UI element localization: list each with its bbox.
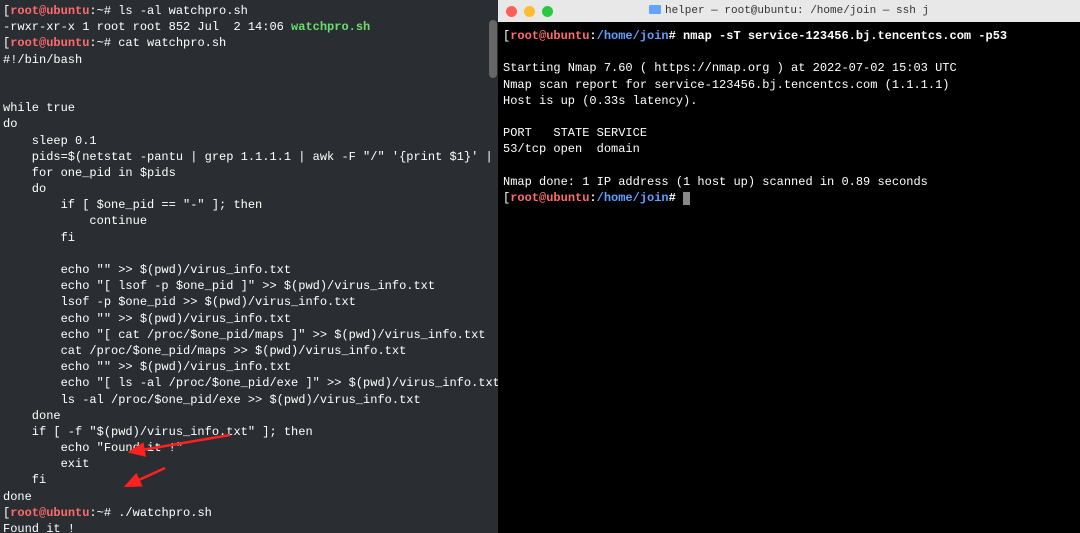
terminal-line: echo "Found it !" [3,440,495,456]
terminal-line: ls -al /proc/$one_pid/exe >> $(pwd)/viru… [3,392,495,408]
terminal-line: Nmap done: 1 IP address (1 host up) scan… [503,174,1075,190]
terminal-line: sleep 0.1 [3,133,495,149]
terminal-line: exit [3,456,495,472]
cursor [683,192,690,205]
terminal-line: PORT STATE SERVICE [503,125,1075,141]
terminal-line: Starting Nmap 7.60 ( https://nmap.org ) … [503,60,1075,76]
terminal-line: fi [3,230,495,246]
terminal-line [3,68,495,84]
minimize-icon[interactable] [524,6,535,17]
terminal-line: if [ $one_pid == "-" ]; then [3,197,495,213]
terminal-line: 53/tcp open domain [503,141,1075,157]
mac-titlebar[interactable]: helper — root@ubuntu: /home/join — ssh j [498,0,1080,22]
terminal-line: [root@ubuntu:/home/join# [503,190,1075,206]
terminal-line: [root@ubuntu:~# cat watchpro.sh [3,35,495,51]
terminal-line: echo "" >> $(pwd)/virus_info.txt [3,262,495,278]
terminal-line: [root@ubuntu:/home/join# nmap -sT servic… [503,28,1075,44]
scrollbar-thumb[interactable] [489,20,497,78]
terminal-line: echo "[ cat /proc/$one_pid/maps ]" >> $(… [3,327,495,343]
terminal-line [503,158,1075,174]
terminal-line: #!/bin/bash [3,52,495,68]
terminal-line: for one_pid in $pids [3,165,495,181]
zoom-icon[interactable] [542,6,553,17]
terminal-line [3,84,495,100]
terminal-line: Host is up (0.33s latency). [503,93,1075,109]
terminal-line: pids=$(netstat -pantu | grep 1.1.1.1 | a… [3,149,495,165]
terminal-line: Nmap scan report for service-123456.bj.t… [503,77,1075,93]
right-terminal-output: [root@ubuntu:/home/join# nmap -sT servic… [498,22,1080,212]
terminal-line: fi [3,472,495,488]
terminal-line: echo "" >> $(pwd)/virus_info.txt [3,311,495,327]
terminal-line: continue [3,213,495,229]
terminal-line: while true [3,100,495,116]
traffic-lights [506,6,553,17]
terminal-line: done [3,489,495,505]
terminal-line: do [3,116,495,132]
terminal-line [503,109,1075,125]
terminal-line: echo "[ ls -al /proc/$one_pid/exe ]" >> … [3,375,495,391]
terminal-line: do [3,181,495,197]
terminal-line: [root@ubuntu:~# ./watchpro.sh [3,505,495,521]
terminal-line: echo "[ lsof -p $one_pid ]" >> $(pwd)/vi… [3,278,495,294]
terminal-line: -rwxr-xr-x 1 root root 852 Jul 2 14:06 w… [3,19,495,35]
left-terminal-pane[interactable]: [root@ubuntu:~# ls -al watchpro.sh-rwxr-… [0,0,498,533]
window-title: helper — root@ubuntu: /home/join — ssh j [649,4,929,19]
close-icon[interactable] [506,6,517,17]
terminal-line: Found it ! [3,521,495,533]
terminal-line: if [ -f "$(pwd)/virus_info.txt" ]; then [3,424,495,440]
left-terminal-output: [root@ubuntu:~# ls -al watchpro.sh-rwxr-… [3,3,495,533]
terminal-line [3,246,495,262]
right-terminal-pane[interactable]: helper — root@ubuntu: /home/join — ssh j… [498,0,1080,533]
terminal-line: [root@ubuntu:~# ls -al watchpro.sh [3,3,495,19]
terminal-line: lsof -p $one_pid >> $(pwd)/virus_info.tx… [3,294,495,310]
terminal-line [503,44,1075,60]
terminal-line: echo "" >> $(pwd)/virus_info.txt [3,359,495,375]
terminal-line: done [3,408,495,424]
terminal-line: cat /proc/$one_pid/maps >> $(pwd)/virus_… [3,343,495,359]
folder-icon [649,5,661,14]
